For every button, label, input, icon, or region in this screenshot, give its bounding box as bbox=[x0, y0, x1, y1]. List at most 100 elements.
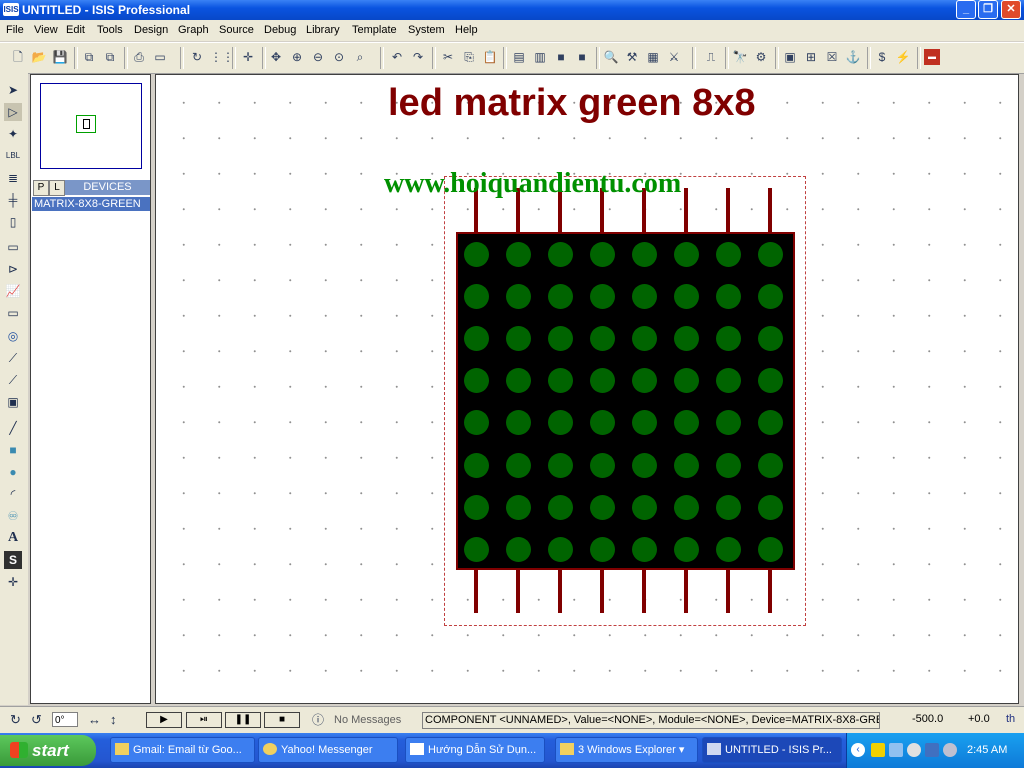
menu-debug[interactable]: Debug bbox=[264, 23, 296, 38]
tray-expand-icon[interactable]: ‹ bbox=[851, 743, 865, 757]
simulation-stop-button[interactable]: ■ bbox=[264, 712, 300, 728]
tray-network-icon[interactable] bbox=[889, 743, 903, 757]
junction-dot-icon[interactable]: ✦ bbox=[4, 125, 22, 143]
taskbar-item-isis[interactable]: UNTITLED - ISIS Pr... bbox=[702, 737, 842, 763]
tray-volume-icon[interactable] bbox=[943, 743, 957, 757]
terminals-icon[interactable]: ▭ bbox=[4, 238, 22, 256]
component-mode-icon[interactable]: ▷ bbox=[4, 103, 22, 121]
matrix-pin-bottom[interactable] bbox=[558, 569, 562, 613]
menu-system[interactable]: System bbox=[408, 23, 445, 38]
goto-sheet-icon[interactable]: ⚓ bbox=[845, 49, 861, 65]
redraw-icon[interactable]: ↻ bbox=[189, 49, 205, 65]
device-pins-icon[interactable]: ⊳ bbox=[4, 260, 22, 278]
menu-design[interactable]: Design bbox=[134, 23, 168, 38]
block-rotate-icon[interactable]: ■ bbox=[553, 49, 569, 65]
tray-app-icon[interactable] bbox=[907, 743, 921, 757]
simulation-play-button[interactable]: ▶ bbox=[146, 712, 182, 728]
electrical-check-icon[interactable]: ⚡ bbox=[895, 49, 911, 65]
print-icon[interactable]: ⎙ bbox=[131, 49, 147, 65]
text-script-icon[interactable]: ≣ bbox=[4, 169, 22, 187]
bus-icon[interactable]: ╪ bbox=[4, 191, 22, 209]
wire-label-icon[interactable]: LBL bbox=[4, 147, 22, 165]
menu-view[interactable]: View bbox=[34, 23, 58, 38]
selection-mode-icon[interactable]: ➤ bbox=[4, 81, 22, 99]
remove-sheet-icon[interactable]: ☒ bbox=[824, 49, 840, 65]
arc-icon[interactable]: ◜ bbox=[4, 485, 22, 503]
symbol-icon[interactable]: S bbox=[4, 551, 22, 569]
menu-edit[interactable]: Edit bbox=[66, 23, 85, 38]
taskbar-item-word[interactable]: Hướng Dẫn Sử Dụn... bbox=[405, 737, 545, 763]
matrix-pin-bottom[interactable] bbox=[768, 569, 772, 613]
add-sheet-icon[interactable]: ⊞ bbox=[803, 49, 819, 65]
schematic-canvas[interactable]: led matrix green 8x8 www.hoiquandientu.c… bbox=[155, 74, 1019, 704]
voltage-probe-icon[interactable]: ⟋ bbox=[4, 349, 22, 367]
path-icon[interactable]: ♾ bbox=[4, 507, 22, 525]
virtual-instruments-icon[interactable]: ▣ bbox=[4, 393, 22, 411]
grid-icon[interactable]: ⋮⋮ bbox=[210, 49, 234, 65]
line-icon[interactable]: ╱ bbox=[4, 419, 22, 437]
current-probe-icon[interactable]: ⟋ bbox=[4, 371, 22, 389]
menu-tools[interactable]: Tools bbox=[97, 23, 123, 38]
box-icon[interactable]: ■ bbox=[4, 441, 22, 459]
import-icon[interactable]: ⧉ bbox=[81, 49, 97, 65]
circle-icon[interactable]: ● bbox=[4, 463, 22, 481]
mirror-vertical-icon[interactable]: ↕ bbox=[110, 712, 117, 728]
wire-autorouter-icon[interactable]: ⎍ bbox=[703, 49, 719, 65]
taskbar-item-explorer[interactable]: 3 Windows Explorer ▾ bbox=[555, 737, 698, 763]
redo-icon[interactable]: ↷ bbox=[410, 49, 426, 65]
subcircuit-icon[interactable]: ▯ bbox=[4, 213, 22, 231]
menu-file[interactable]: File bbox=[6, 23, 24, 38]
matrix-pin-top[interactable] bbox=[684, 188, 688, 232]
matrix-pin-bottom[interactable] bbox=[474, 569, 478, 613]
tray-norton-icon[interactable] bbox=[871, 743, 885, 757]
mirror-horizontal-icon[interactable]: ↔ bbox=[88, 712, 101, 728]
matrix-pin-bottom[interactable] bbox=[726, 569, 730, 613]
matrix-pin-bottom[interactable] bbox=[684, 569, 688, 613]
block-delete-icon[interactable]: ■ bbox=[574, 49, 590, 65]
close-button[interactable]: ✕ bbox=[1001, 0, 1021, 19]
library-manager-button[interactable]: L bbox=[49, 180, 65, 196]
matrix-pin-bottom[interactable] bbox=[600, 569, 604, 613]
ares-netlist-icon[interactable]: ▬ bbox=[924, 49, 940, 65]
text-icon[interactable]: A bbox=[4, 529, 22, 547]
simulation-pause-button[interactable]: ❚❚ bbox=[225, 712, 261, 728]
website-url-text[interactable]: www.hoiquandientu.com bbox=[384, 167, 681, 201]
block-move-icon[interactable]: ▥ bbox=[532, 49, 548, 65]
marker-icon[interactable]: ✛ bbox=[4, 573, 22, 591]
zoom-area-icon[interactable]: ⌕ bbox=[352, 49, 368, 65]
maximize-button[interactable]: ❐ bbox=[978, 0, 998, 19]
open-folder-icon[interactable]: 📂 bbox=[31, 49, 47, 65]
simulation-step-button[interactable]: ⏯ bbox=[186, 712, 222, 728]
device-list-item[interactable]: MATRIX-8X8-GREEN bbox=[32, 197, 150, 211]
pan-icon[interactable]: ✥ bbox=[268, 49, 284, 65]
graph-icon[interactable]: 📈 bbox=[4, 282, 22, 300]
matrix-pin-bottom[interactable] bbox=[516, 569, 520, 613]
zoom-out-icon[interactable]: ⊖ bbox=[310, 49, 326, 65]
taskbar-item-gmail[interactable]: Gmail: Email từ Goo... bbox=[110, 737, 255, 763]
rotate-anticlockwise-icon[interactable]: ↺ bbox=[31, 712, 42, 728]
origin-icon[interactable]: ✛ bbox=[240, 49, 256, 65]
undo-icon[interactable]: ↶ bbox=[389, 49, 405, 65]
message-indicator[interactable]: No Messages bbox=[334, 712, 429, 728]
schematic-title-text[interactable]: led matrix green 8x8 bbox=[388, 81, 756, 125]
zoom-all-icon[interactable]: ⊙ bbox=[331, 49, 347, 65]
decompose-icon[interactable]: ⚔ bbox=[666, 49, 682, 65]
rotate-clockwise-icon[interactable]: ↻ bbox=[10, 712, 21, 728]
overview-window[interactable] bbox=[40, 83, 142, 169]
pick-devices-button[interactable]: P bbox=[33, 180, 49, 196]
print-area-icon[interactable]: ▭ bbox=[152, 49, 168, 65]
minimize-button[interactable]: _ bbox=[956, 0, 976, 19]
rotation-angle-field[interactable]: 0° bbox=[52, 712, 78, 727]
menu-library[interactable]: Library bbox=[306, 23, 340, 38]
copy-icon[interactable]: ⎘ bbox=[461, 49, 477, 65]
cut-icon[interactable]: ✂ bbox=[440, 49, 456, 65]
zoom-in-icon[interactable]: ⊕ bbox=[289, 49, 305, 65]
tray-display-icon[interactable] bbox=[925, 743, 939, 757]
taskbar-item-yahoo[interactable]: Yahoo! Messenger bbox=[258, 737, 398, 763]
matrix-pin-top[interactable] bbox=[726, 188, 730, 232]
make-device-icon[interactable]: ⚒ bbox=[624, 49, 640, 65]
matrix-pin-bottom[interactable] bbox=[642, 569, 646, 613]
bill-of-materials-icon[interactable]: $ bbox=[874, 49, 890, 65]
property-assign-icon[interactable]: ⚙ bbox=[753, 49, 769, 65]
new-sheet-icon[interactable]: ▣ bbox=[782, 49, 798, 65]
